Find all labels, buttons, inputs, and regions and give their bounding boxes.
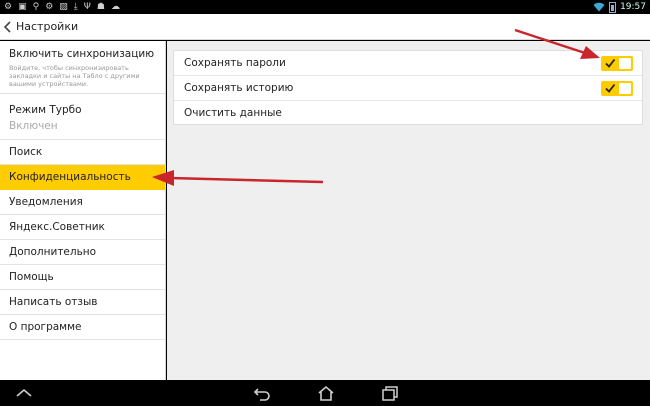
android-icon: ☗	[96, 2, 105, 12]
sidebar-item-help[interactable]: Помощь	[0, 265, 165, 290]
sidebar-item-label: Яндекс.Советник	[9, 221, 105, 233]
status-notification-icons: ⚙ ▣ ⚲ ⚙ ▨ ⤓ Ψ ☗ ☁	[4, 1, 120, 13]
sidebar-item-turbo[interactable]: Режим Турбо Включен	[0, 94, 165, 140]
sidebar-item-feedback[interactable]: Написать отзыв	[0, 290, 165, 315]
toggle-knob	[619, 83, 631, 94]
save-passwords-row[interactable]: Сохранять пароли	[174, 51, 642, 76]
sidebar-item-label: Конфиденциальность	[9, 171, 131, 183]
privacy-settings-panel: Сохранять пароли Сохранять историю Очист…	[167, 41, 650, 380]
sidebar-item-yandex-advisor[interactable]: Яндекс.Советник	[0, 215, 165, 240]
status-time: 19:57	[620, 2, 646, 12]
usb-icon: Ψ	[83, 2, 91, 12]
sidebar-item-privacy[interactable]: Конфиденциальность	[0, 165, 165, 190]
sd-card-icon: ▣	[18, 2, 27, 12]
sidebar-item-label: Помощь	[9, 271, 54, 283]
save-history-toggle[interactable]	[601, 81, 633, 96]
back-chevron-icon[interactable]	[2, 18, 14, 36]
sidebar-item-label: Уведомления	[9, 196, 83, 208]
sidebar-item-notifications[interactable]: Уведомления	[0, 190, 165, 215]
home-icon[interactable]	[316, 384, 336, 402]
wifi-icon	[593, 2, 605, 12]
toggle-knob	[619, 58, 631, 69]
save-history-label: Сохранять историю	[184, 82, 294, 94]
sidebar-item-about[interactable]: О программе	[0, 315, 165, 340]
sidebar-item-advanced[interactable]: Дополнительно	[0, 240, 165, 265]
collapse-icon[interactable]	[14, 384, 34, 402]
save-history-row[interactable]: Сохранять историю	[174, 76, 642, 101]
back-icon[interactable]	[252, 384, 272, 402]
checkmark-icon	[605, 83, 616, 93]
sidebar-item-sync[interactable]: Включить синхронизацию Войдите, чтобы си…	[0, 41, 165, 94]
settings-sidebar: Включить синхронизацию Войдите, чтобы си…	[0, 41, 166, 380]
recent-apps-icon[interactable]	[380, 384, 400, 402]
battery-icon	[609, 1, 617, 13]
sidebar-item-label: Поиск	[9, 146, 43, 158]
clear-data-label: Очистить данные	[184, 107, 282, 119]
cloud-icon: ☁	[110, 2, 120, 12]
save-passwords-toggle[interactable]	[601, 56, 633, 71]
sidebar-item-search[interactable]: Поиск	[0, 140, 165, 165]
save-passwords-label: Сохранять пароли	[184, 57, 286, 69]
status-bar: ⚙ ▣ ⚲ ⚙ ▨ ⤓ Ψ ☗ ☁ 19:57	[0, 0, 650, 14]
usb-icon: ⚲	[32, 2, 40, 12]
sidebar-item-label: Включить синхронизацию	[9, 48, 155, 60]
sync-description: Войдите, чтобы синхронизировать закладки…	[9, 64, 140, 88]
sidebar-item-label: Написать отзыв	[9, 296, 98, 308]
checkmark-icon	[605, 58, 616, 68]
android-debug-icon: ⚙	[4, 2, 13, 12]
image-icon: ▨	[59, 2, 68, 12]
sidebar-item-label: О программе	[9, 321, 82, 333]
settings-icon: ⚙	[45, 2, 54, 12]
page-title[interactable]: Настройки	[16, 20, 78, 33]
navigation-bar	[0, 380, 650, 406]
sidebar-item-label: Режим Турбо	[9, 104, 82, 116]
clear-data-row[interactable]: Очистить данные	[174, 101, 642, 126]
privacy-settings-card: Сохранять пароли Сохранять историю Очист…	[173, 50, 643, 125]
download-icon: ⤓	[73, 2, 78, 12]
sidebar-item-label: Дополнительно	[9, 246, 97, 258]
turbo-status: Включен	[9, 120, 58, 132]
app-bar: Настройки	[0, 14, 650, 40]
